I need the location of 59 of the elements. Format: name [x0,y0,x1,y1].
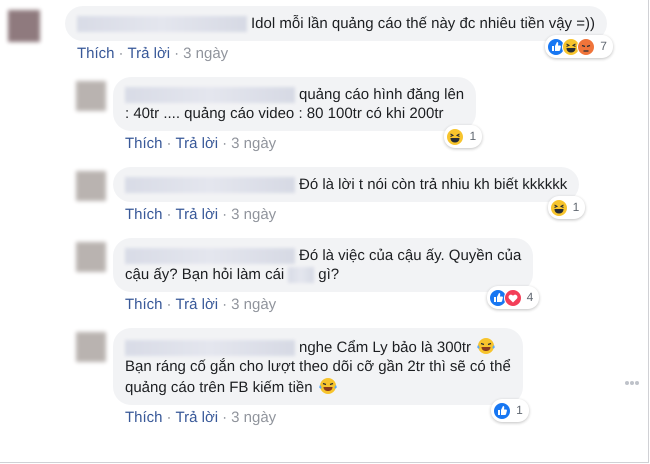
comment-text: : 40tr .... quảng cáo video : 80 100tr có khi 200tr [125,105,444,122]
comment-text: Đó là lời t nói còn trả nhiu kh biết kkkkkk [299,176,568,193]
reaction-count: 7 [600,38,607,55]
comment-time: 3 ngày [231,135,276,153]
laughing-face-icon [550,198,568,216]
laughing-face-icon [446,128,464,146]
heart-reaction-icon [504,288,522,306]
tears-of-joy-emoji-icon [318,376,338,396]
comment-text: Idol mỗi lần quảng cáo thế này đc nhiêu tiền vậy =)) [251,15,595,32]
comment-time: 3 ngày [231,409,276,427]
separator-dot: · [118,45,124,63]
blurred-word [288,267,314,284]
reaction-count: 4 [526,289,534,306]
reply-link[interactable]: Trả lời [128,45,170,63]
like-link[interactable]: Thích [125,206,163,224]
reaction-summary[interactable]: 7 [545,35,613,58]
like-link[interactable]: Thích [125,296,163,314]
reaction-count: 1 [469,128,476,145]
separator-dot: · [166,296,172,314]
tears-of-joy-emoji-icon [476,336,496,356]
reply-link[interactable]: Trả lời [176,135,218,153]
more-options-icon[interactable] [624,380,640,386]
like-link[interactable]: Thích [125,409,163,427]
avatar-placeholder[interactable] [76,81,106,111]
reply-link[interactable]: Trả lời [176,409,218,427]
reaction-summary[interactable]: 4 [486,286,540,309]
reaction-summary[interactable]: 1 [491,399,529,422]
comment-text: Đó là việc của cậu ấy. Quyền của [299,247,522,264]
separator-dot: · [174,45,180,63]
comment-time: 3 ngày [231,296,276,314]
like-reaction-icon [493,402,512,420]
avatar-placeholder[interactable] [8,10,40,42]
separator-dot: · [166,409,172,427]
reply-link[interactable]: Trả lời [176,206,218,224]
separator-dot: · [222,206,228,224]
comment-text: gì? [318,266,340,283]
reaction-summary[interactable]: 1 [548,196,586,219]
separator-dot: · [222,135,228,153]
separator-dot: · [166,135,172,153]
comment-text: Bạn ráng cố gắn cho lượt theo dõi cỡ gần 2tr thì sẽ có thể [125,358,511,375]
angry-face-icon [577,38,596,56]
reaction-count: 1 [516,402,523,419]
comment-time: 3 ngày [183,45,228,63]
comment-time: 3 ngày [231,206,276,224]
reaction-summary[interactable]: 1 [444,125,482,148]
separator-dot: · [222,296,228,314]
comment-text: quảng cáo hình đăng lên [299,86,464,103]
like-link[interactable]: Thích [125,135,163,153]
avatar-placeholder[interactable] [76,171,106,201]
avatar-placeholder[interactable] [76,242,106,272]
separator-dot: · [166,206,172,224]
comment-text: cậu ấy? Bạn hỏi làm cái [125,266,284,283]
comment-text: nghe Cẩm Ly bảo là 300tr [299,339,472,356]
reaction-count: 1 [572,199,580,216]
comment-text: quảng cáo trên FB kiếm tiền [125,379,313,396]
like-link[interactable]: Thích [77,45,115,63]
reply-link[interactable]: Trả lời [176,296,218,314]
separator-dot: · [222,409,228,427]
avatar-placeholder[interactable] [76,332,106,362]
